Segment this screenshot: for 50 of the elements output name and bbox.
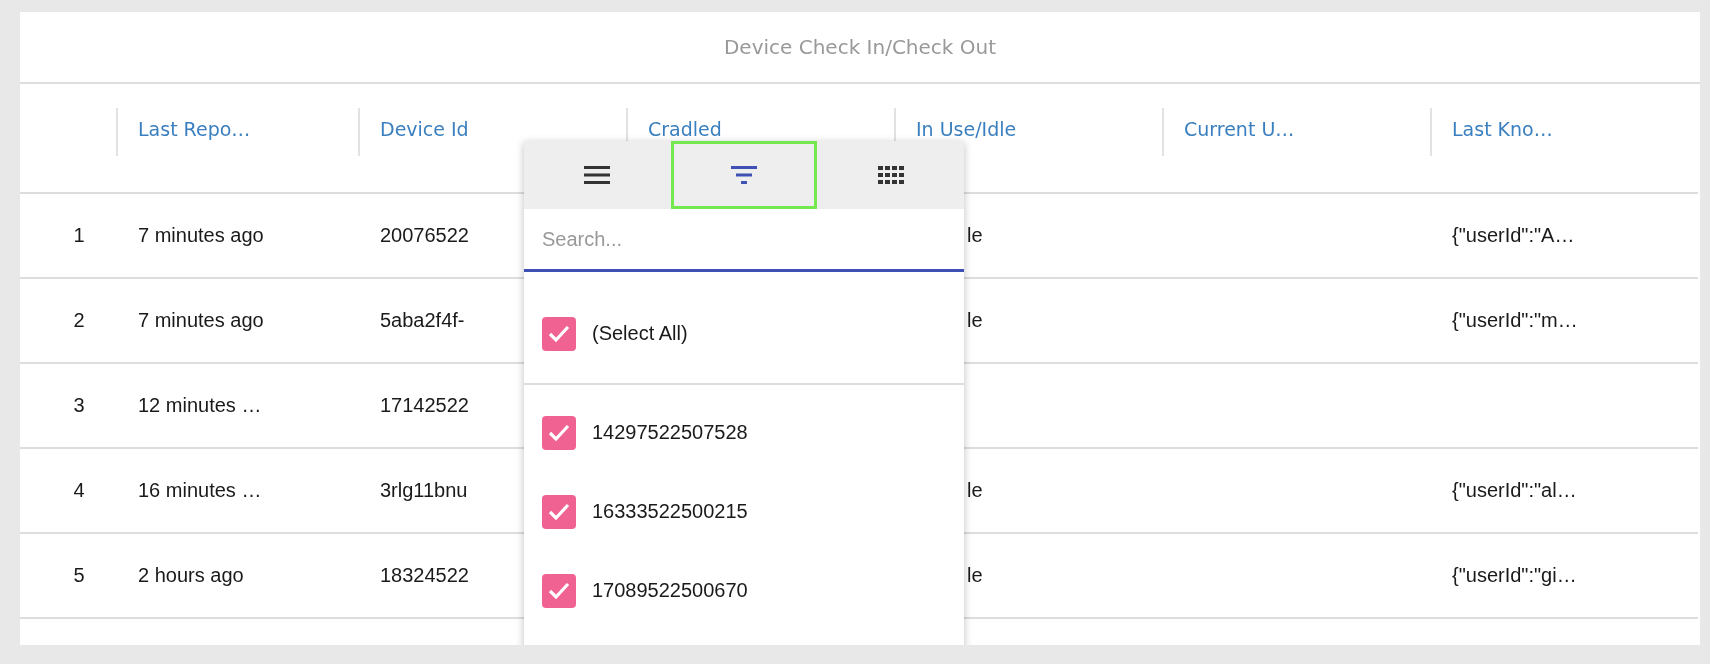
column-header[interactable]: Last Repo… xyxy=(138,118,251,140)
table-cell: 16 minutes … xyxy=(138,479,262,502)
table-cell: 2 hours ago xyxy=(138,564,244,587)
table-cell: 18324522 xyxy=(380,564,469,587)
checkmark-icon xyxy=(547,501,571,522)
checkmark-icon xyxy=(547,580,571,601)
row-number: 2 xyxy=(73,309,85,332)
column-header[interactable]: Cradled xyxy=(648,118,722,140)
row-number: 4 xyxy=(73,479,85,502)
filter-option[interactable]: 14297522507528 xyxy=(524,393,964,472)
checkbox[interactable] xyxy=(542,316,576,351)
option-label: 17089522500670 xyxy=(592,579,748,602)
checkbox[interactable] xyxy=(542,573,576,608)
checkmark-icon xyxy=(547,323,571,344)
table-cell: {"userId":"A… xyxy=(1452,224,1575,247)
row-number: 3 xyxy=(73,394,85,417)
option-label: (Select All) xyxy=(592,322,688,345)
table-cell: 17142522 xyxy=(380,394,469,417)
table-cell: 7 minutes ago xyxy=(138,224,264,247)
table-cell: 7 minutes ago xyxy=(138,309,264,332)
grid-icon xyxy=(877,165,904,185)
menu-icon xyxy=(584,165,611,185)
checkmark-icon xyxy=(547,422,571,443)
search-field[interactable]: Search... xyxy=(524,209,964,272)
table-cell: 20076522 xyxy=(380,224,469,247)
table-cell: le xyxy=(967,564,983,587)
table-cell: le xyxy=(967,479,983,502)
column-header[interactable]: Device Id xyxy=(380,118,469,140)
row-number: 5 xyxy=(73,564,85,587)
table-cell: {"userId":"gi… xyxy=(1452,564,1577,587)
filter-option[interactable]: 17089522500670 xyxy=(524,551,964,630)
table-cell: 5aba2f4f- xyxy=(380,309,465,332)
column-header[interactable]: Last Kno… xyxy=(1452,118,1553,140)
table-cell: 12 minutes … xyxy=(138,394,262,417)
table-cell: le xyxy=(967,224,983,247)
row-number: 1 xyxy=(73,224,85,247)
filter-option[interactable]: 16333522500215 xyxy=(524,472,964,551)
option-label: 16333522500215 xyxy=(592,500,748,523)
select-all-option[interactable]: (Select All) xyxy=(524,294,964,373)
table-title: Device Check In/Check Out xyxy=(723,35,997,59)
column-header[interactable]: Current U… xyxy=(1184,118,1295,140)
checkbox[interactable] xyxy=(542,494,576,529)
checkbox[interactable] xyxy=(542,415,576,450)
table-cell: {"userId":"al… xyxy=(1452,479,1577,502)
table-cell: {"userId":"m… xyxy=(1452,309,1578,332)
table-cell: 3rlg11bnu xyxy=(380,479,468,502)
option-label: 14297522507528 xyxy=(592,421,748,444)
table-cell: le xyxy=(967,309,983,332)
column-header[interactable]: In Use/Idle xyxy=(916,118,1017,140)
filter-icon xyxy=(731,165,757,185)
